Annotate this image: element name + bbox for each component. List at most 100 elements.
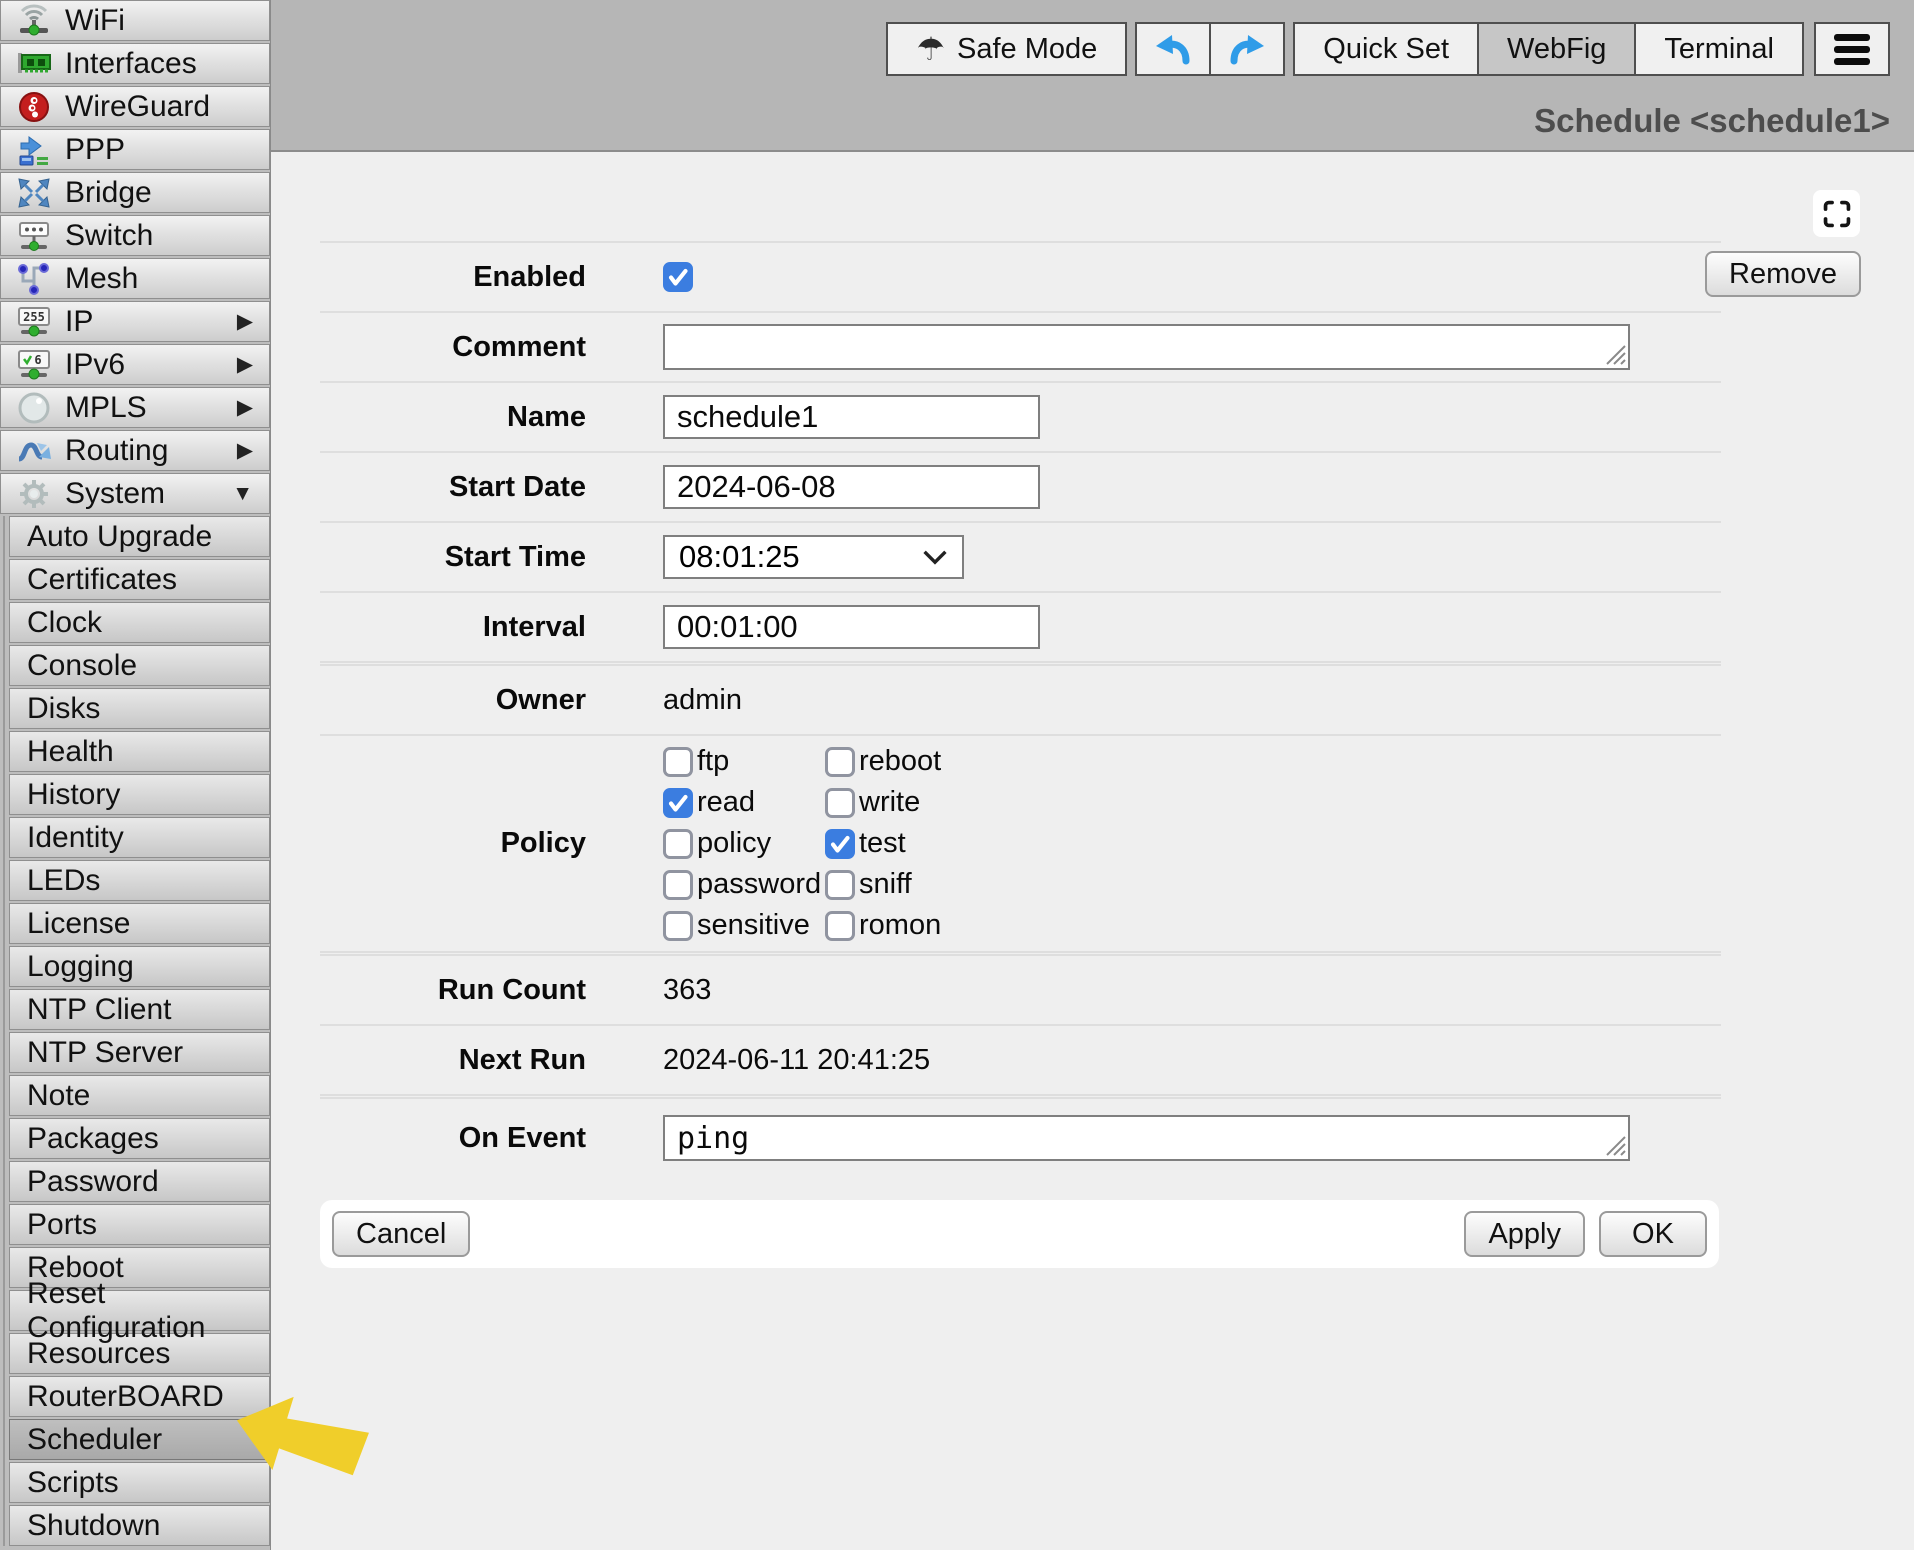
- sidebar-item-label: Health: [27, 735, 114, 769]
- sidebar-item-wireguard[interactable]: WireGuard: [0, 86, 270, 127]
- policy-read-checkbox[interactable]: [663, 788, 693, 818]
- sidebar-item-label: Identity: [27, 821, 124, 855]
- policy-reboot-checkbox[interactable]: [825, 747, 855, 777]
- policy-sensitive-checkbox[interactable]: [663, 911, 693, 941]
- sidebar-item-disks[interactable]: Disks: [9, 688, 270, 729]
- sidebar-item-ntp-client[interactable]: NTP Client: [9, 989, 270, 1030]
- sidebar-item-ntp-server[interactable]: NTP Server: [9, 1032, 270, 1073]
- owner-label: Owner: [320, 684, 586, 717]
- redo-button[interactable]: [1209, 22, 1285, 76]
- sidebar-item-console[interactable]: Console: [9, 645, 270, 686]
- sidebar-item-certificates[interactable]: Certificates: [9, 559, 270, 600]
- start-date-label: Start Date: [320, 471, 586, 504]
- sidebar-item-label: NTP Client: [27, 993, 172, 1027]
- policy-sniff-checkbox[interactable]: [825, 870, 855, 900]
- form-row-run-count: Run Count 363: [320, 956, 1721, 1024]
- owner-value: admin: [663, 684, 742, 717]
- policy-password-checkbox[interactable]: [663, 870, 693, 900]
- sidebar-item-mpls[interactable]: MPLS▶: [0, 387, 270, 428]
- tab-webfig[interactable]: WebFig: [1477, 22, 1636, 76]
- next-run-label: Next Run: [320, 1044, 586, 1077]
- enabled-checkbox[interactable]: [663, 262, 693, 292]
- sidebar-item-routerboard[interactable]: RouterBOARD: [9, 1376, 270, 1417]
- policy-write-checkbox[interactable]: [825, 788, 855, 818]
- policy-label: sensitive: [697, 909, 810, 942]
- policy-label: policy: [697, 827, 771, 860]
- system-submenu: Auto Upgrade Certificates Clock ConsoleDisk…: [3, 516, 270, 1546]
- sidebar-item-switch[interactable]: Switch: [0, 215, 270, 256]
- sidebar-item-label: IPv6: [65, 348, 125, 382]
- sidebar-item-mesh[interactable]: Mesh: [0, 258, 270, 299]
- sidebar-item-health[interactable]: Health: [9, 731, 270, 772]
- sidebar-item-identity[interactable]: Identity: [9, 817, 270, 858]
- sidebar-item-label: System: [65, 477, 165, 511]
- start-date-input[interactable]: [663, 465, 1040, 509]
- sidebar-item-label: Clock: [27, 606, 102, 640]
- page-title: Schedule <schedule1>: [1534, 102, 1890, 140]
- chevron-down-icon: [922, 549, 948, 565]
- wifi-icon: [11, 1, 57, 41]
- sidebar-item-packages[interactable]: Packages: [9, 1118, 270, 1159]
- undo-button[interactable]: [1135, 22, 1211, 76]
- sidebar-item-note[interactable]: Note: [9, 1075, 270, 1116]
- sidebar-item-auto-upgrade[interactable]: Auto Upgrade: [9, 516, 270, 557]
- sidebar-item-interfaces[interactable]: Interfaces: [0, 43, 270, 84]
- hamburger-menu-button[interactable]: [1814, 22, 1890, 76]
- policy-label: password: [697, 868, 821, 901]
- policy-read: read: [663, 786, 825, 819]
- sidebar-item-label: WireGuard: [65, 90, 210, 124]
- fullscreen-button[interactable]: [1813, 190, 1860, 237]
- fullscreen-icon: [1819, 196, 1855, 232]
- form-row-name: Name: [320, 383, 1721, 451]
- policy-test-checkbox[interactable]: [825, 829, 855, 859]
- sidebar-item-label: Interfaces: [65, 47, 197, 81]
- sidebar-item-label: Switch: [65, 219, 153, 253]
- policy-ftp-checkbox[interactable]: [663, 747, 693, 777]
- main-area: ☂ Safe Mode Quick Set WebFig Terminal Sc…: [271, 0, 1914, 1550]
- safe-mode-button[interactable]: ☂ Safe Mode: [886, 22, 1127, 76]
- sidebar-item-routing[interactable]: Routing▶: [0, 430, 270, 471]
- sidebar-item-logging[interactable]: Logging: [9, 946, 270, 987]
- sidebar-item-wifi[interactable]: WiFi: [0, 0, 270, 41]
- ok-button[interactable]: OK: [1599, 1211, 1707, 1257]
- sidebar-item-label: WiFi: [65, 4, 125, 38]
- sidebar-item-ip[interactable]: 255IP▶: [0, 301, 270, 342]
- start-time-select[interactable]: 08:01:25: [663, 535, 964, 579]
- policy-label: write: [859, 786, 920, 819]
- sidebar-item-reset-configuration[interactable]: Reset Configuration: [9, 1290, 270, 1331]
- sidebar-item-license[interactable]: License: [9, 903, 270, 944]
- sidebar-item-clock[interactable]: Clock: [9, 602, 270, 643]
- undo-icon: [1151, 29, 1195, 69]
- sidebar-item-bridge[interactable]: Bridge: [0, 172, 270, 213]
- svg-text:6: 6: [34, 353, 41, 367]
- system-icon: [11, 474, 57, 514]
- on-event-textarea[interactable]: ping: [663, 1115, 1630, 1161]
- sidebar-item-system[interactable]: System▼: [0, 473, 270, 514]
- sidebar: WiFi Interfaces WireGuard PPPBridge Switch Me…: [0, 0, 271, 1550]
- tab-quick-set[interactable]: Quick Set: [1293, 22, 1479, 76]
- tab-terminal[interactable]: Terminal: [1634, 22, 1804, 76]
- start-time-value: 08:01:25: [679, 539, 800, 575]
- sidebar-item-ports[interactable]: Ports: [9, 1204, 270, 1245]
- form-row-enabled: Enabled: [320, 243, 1721, 311]
- form-row-next-run: Next Run 2024-06-11 20:41:25: [320, 1026, 1721, 1094]
- cancel-button[interactable]: Cancel: [332, 1211, 470, 1257]
- sidebar-item-password[interactable]: Password: [9, 1161, 270, 1202]
- sidebar-item-leds[interactable]: LEDs: [9, 860, 270, 901]
- sidebar-item-label: RouterBOARD: [27, 1380, 224, 1414]
- sidebar-item-ipv6[interactable]: 6IPv6▶: [0, 344, 270, 385]
- remove-button[interactable]: Remove: [1705, 251, 1861, 297]
- policy-policy-checkbox[interactable]: [663, 829, 693, 859]
- sidebar-item-label: LEDs: [27, 864, 100, 898]
- schedule-form: Enabled Comment Name Start Da: [320, 152, 1721, 1177]
- policy-romon-checkbox[interactable]: [825, 911, 855, 941]
- sidebar-item-label: Certificates: [27, 563, 177, 597]
- sidebar-item-shutdown[interactable]: Shutdown: [9, 1505, 270, 1546]
- policy-label: test: [859, 827, 906, 860]
- name-input[interactable]: [663, 395, 1040, 439]
- sidebar-item-history[interactable]: History: [9, 774, 270, 815]
- interval-input[interactable]: [663, 605, 1040, 649]
- sidebar-item-ppp[interactable]: PPP: [0, 129, 270, 170]
- apply-button[interactable]: Apply: [1464, 1211, 1585, 1257]
- comment-textarea[interactable]: [663, 324, 1630, 370]
